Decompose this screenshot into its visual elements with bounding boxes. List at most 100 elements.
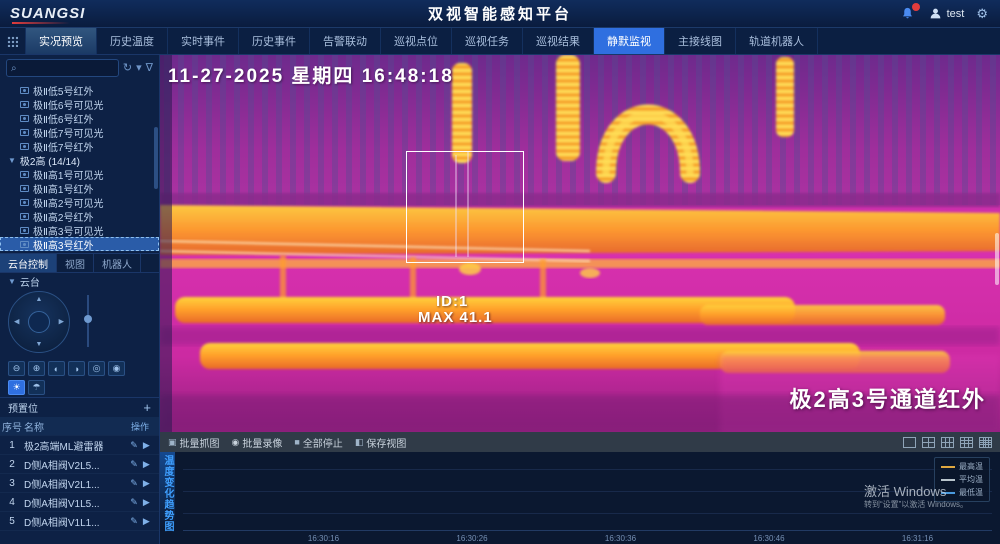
search-input[interactable]	[20, 63, 114, 74]
iris-open-button[interactable]: ◎	[88, 361, 105, 376]
ptz-direction-pad[interactable]: ▲ ▼ ◀ ▶	[8, 291, 70, 353]
tab-patrol-tasks[interactable]: 巡视任务	[452, 28, 523, 54]
preset-title: 预置位	[8, 400, 38, 415]
preset-name: D侧A相阀V1L5...	[24, 495, 121, 510]
tab-rail-robot[interactable]: 轨道机器人	[736, 28, 818, 54]
batch-record-button[interactable]: ◉ 批量录像	[232, 435, 283, 450]
goto-preset-icon[interactable]: ▶	[143, 497, 150, 508]
tree-item-camera[interactable]: 极Ⅱ低6号红外	[0, 111, 159, 125]
tab-live-preview[interactable]: 实况预览	[26, 28, 97, 54]
zoom-in-button[interactable]: ⊕	[28, 361, 45, 376]
thermal-video-view[interactable]: 11-27-2025 星期四 16:48:18 ID:1 MAX 41.1 极2…	[160, 55, 1000, 432]
tree-item-camera[interactable]: 极Ⅱ低6号可见光	[0, 97, 159, 111]
user-name: test	[947, 8, 965, 20]
user-menu[interactable]: test	[929, 7, 965, 20]
chevron-down-icon[interactable]: ▾	[136, 63, 142, 74]
save-view-button[interactable]: ◧ 保存视图	[355, 435, 407, 450]
tab-alarm-linkage[interactable]: 告警联动	[310, 28, 381, 54]
tree-group-ji2gao[interactable]: ▼极2高 (14/14)	[0, 153, 159, 167]
tree-item-camera-selected[interactable]: 极Ⅱ高3号红外	[0, 237, 159, 251]
edit-preset-icon[interactable]: ✎	[130, 478, 138, 489]
tree-item-camera[interactable]: 极Ⅱ高1号可见光	[0, 167, 159, 181]
ptz-speed-slider[interactable]	[82, 291, 94, 351]
watermark-line2: 转到“设置”以激活 Windows。	[864, 500, 968, 510]
edit-preset-icon[interactable]: ✎	[130, 459, 138, 470]
focus-near-button[interactable]: ◐	[48, 361, 65, 376]
refresh-icon[interactable]: ↻	[123, 63, 132, 74]
search-icon: ⌕	[11, 63, 17, 74]
layout-1-icon[interactable]	[903, 437, 916, 448]
grid-menu-icon	[7, 36, 18, 47]
tab-robot[interactable]: 机器人	[94, 254, 141, 272]
layout-16-icon[interactable]	[979, 437, 992, 448]
notification-button[interactable]	[899, 6, 917, 22]
layout-4-icon[interactable]	[922, 437, 935, 448]
arrow-up-icon[interactable]: ▲	[36, 296, 43, 303]
tree-item-label: 极Ⅱ高2号可见光	[33, 195, 103, 210]
tree-item-camera[interactable]: 极Ⅱ高2号红外	[0, 209, 159, 223]
search-box[interactable]: ⌕	[6, 59, 119, 77]
tab-view[interactable]: 视图	[57, 254, 94, 272]
roi-rectangle[interactable]	[406, 151, 524, 263]
tab-silent-monitoring[interactable]: 静默监视	[594, 28, 665, 54]
filter-icon[interactable]: ∇	[146, 63, 153, 74]
video-scrollbar[interactable]	[995, 233, 999, 285]
tree-item-camera[interactable]: 极Ⅱ高2号可见光	[0, 195, 159, 209]
batch-snapshot-button[interactable]: ▣ 批量抓图	[168, 435, 220, 450]
tab-main-wiring-diagram[interactable]: 主接线图	[665, 28, 736, 54]
tree-item-label: 极Ⅱ低7号可见光	[33, 125, 103, 140]
preset-row[interactable]: 2 D侧A相阀V2L5... ✎▶	[0, 455, 159, 474]
layout-6-icon[interactable]	[941, 437, 954, 448]
tree-item-label: 极Ⅱ低6号可见光	[33, 97, 103, 112]
button-label: 全部停止	[303, 435, 343, 450]
arrow-right-icon[interactable]: ▶	[59, 319, 64, 326]
slider-thumb[interactable]	[84, 315, 92, 323]
goto-preset-icon[interactable]: ▶	[143, 478, 150, 489]
edit-preset-icon[interactable]: ✎	[130, 516, 138, 527]
zoom-out-button[interactable]: ⊖	[8, 361, 25, 376]
layout-9-icon[interactable]	[960, 437, 973, 448]
add-preset-button[interactable]: +	[143, 400, 151, 415]
goto-preset-icon[interactable]: ▶	[143, 516, 150, 527]
edit-preset-icon[interactable]: ✎	[130, 440, 138, 451]
preset-row[interactable]: 3 D侧A相阀V2L1... ✎▶	[0, 474, 159, 493]
tree-item-label: 极Ⅱ高1号可见光	[33, 167, 103, 182]
goto-preset-icon[interactable]: ▶	[143, 459, 150, 470]
col-op: 操作	[121, 420, 159, 433]
preset-row[interactable]: 4 D侧A相阀V1L5... ✎▶	[0, 493, 159, 512]
button-label: 保存视图	[366, 435, 406, 450]
layout-switcher	[903, 437, 992, 448]
ptz-section-header[interactable]: ▼ 云台	[0, 273, 159, 289]
light-button[interactable]: ☀	[8, 380, 25, 395]
settings-gear-icon[interactable]: ⚙	[976, 6, 988, 22]
goto-preset-icon[interactable]: ▶	[143, 440, 150, 451]
arrow-left-icon[interactable]: ◀	[14, 319, 19, 326]
preset-row[interactable]: 5 D侧A相阀V1L1... ✎▶	[0, 512, 159, 531]
tab-history-temperature[interactable]: 历史温度	[97, 28, 168, 54]
tab-ptz-control[interactable]: 云台控制	[0, 254, 57, 272]
ptz-section-label: 云台	[20, 274, 40, 289]
stop-all-button[interactable]: ■ 全部停止	[294, 435, 342, 450]
tree-item-camera[interactable]: 极Ⅱ高1号红外	[0, 181, 159, 195]
channel-name-label: 极2高3号通道红外	[790, 382, 986, 414]
tree-scrollbar[interactable]	[154, 127, 158, 189]
tree-item-camera[interactable]: 极Ⅱ低7号可见光	[0, 125, 159, 139]
expand-arrow-icon: ▼	[8, 156, 16, 165]
arrow-down-icon[interactable]: ▼	[36, 341, 43, 348]
ptz-center-button[interactable]	[28, 311, 50, 333]
preset-no: 3	[0, 478, 24, 489]
tab-history-events[interactable]: 历史事件	[239, 28, 310, 54]
preset-row[interactable]: 1 极2高端ML避雷器 ✎▶	[0, 436, 159, 455]
edit-preset-icon[interactable]: ✎	[130, 497, 138, 508]
tab-realtime-events[interactable]: 实时事件	[168, 28, 239, 54]
tree-item-camera[interactable]: 极Ⅱ低7号红外	[0, 139, 159, 153]
wiper-button[interactable]: ☂	[28, 380, 45, 395]
apps-menu-button[interactable]	[0, 28, 26, 54]
focus-far-button[interactable]: ◑	[68, 361, 85, 376]
tab-patrol-points[interactable]: 巡视点位	[381, 28, 452, 54]
iris-close-button[interactable]: ◉	[108, 361, 125, 376]
tree-item-camera[interactable]: 极Ⅱ高3号可见光	[0, 223, 159, 237]
tree-item-camera[interactable]: 极Ⅱ低5号红外	[0, 83, 159, 97]
tab-patrol-results[interactable]: 巡视结果	[523, 28, 594, 54]
button-label: 批量录像	[242, 435, 282, 450]
